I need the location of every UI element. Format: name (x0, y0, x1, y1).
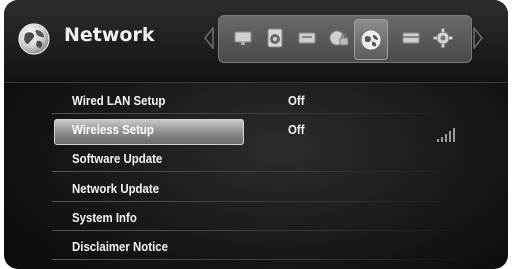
header-bar: Network (4, 0, 508, 83)
menu-item-network-update[interactable]: Network Update (50, 177, 470, 202)
audio-icon[interactable] (263, 26, 287, 50)
menu-item-label: System Info (72, 210, 137, 225)
menu-item-wireless-setup[interactable]: Wireless Setup Off (50, 118, 470, 145)
lock-icon[interactable] (327, 26, 351, 50)
menu-item-label: Wired LAN Setup (72, 93, 166, 108)
menu-item-label: Software Update (72, 151, 163, 166)
wifi-signal-icon (437, 128, 455, 142)
menu-item-value: Off (288, 122, 305, 137)
network-icon[interactable] (354, 19, 388, 60)
page-title: Network (64, 24, 155, 46)
divider (52, 259, 470, 260)
divider (52, 230, 470, 231)
menu-item-system-info[interactable]: System Info (50, 206, 470, 231)
settings-icon[interactable] (431, 26, 455, 50)
divider (52, 201, 470, 202)
menu-item-label: Network Update (72, 181, 160, 196)
settings-window: Network Wired LAN Setup Off Wireless Set… (4, 0, 508, 269)
menu-item-disclaimer-notice[interactable]: Disclaimer Notice (50, 235, 470, 260)
language-icon[interactable] (295, 26, 319, 50)
menu-item-value: Off (288, 93, 305, 108)
chevron-right-icon[interactable] (473, 27, 483, 49)
menu-item-label: Wireless Setup (72, 122, 154, 137)
display-icon[interactable] (231, 26, 255, 50)
category-icon-bar (218, 15, 472, 63)
menu-item-label: Disclaimer Notice (72, 239, 169, 254)
chevron-left-icon[interactable] (204, 27, 214, 49)
menu-item-wired-lan-setup[interactable]: Wired LAN Setup Off (50, 89, 470, 114)
divider (52, 171, 470, 172)
divider (52, 113, 470, 114)
media-icon[interactable] (399, 26, 423, 50)
menu-item-software-update[interactable]: Software Update (50, 147, 470, 172)
network-globe-icon (18, 23, 50, 55)
